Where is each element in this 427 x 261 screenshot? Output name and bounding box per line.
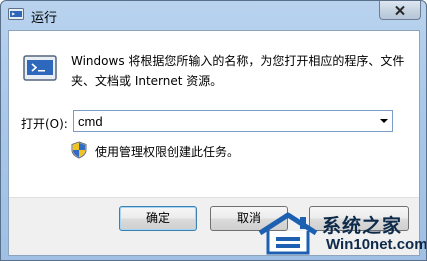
admin-note: 使用管理权限创建此任务。 — [95, 145, 240, 159]
run-icon — [8, 8, 24, 20]
chevron-down-icon[interactable] — [380, 119, 388, 123]
title-bar[interactable]: 运行 — [1, 1, 426, 29]
house-logo — [258, 212, 318, 255]
uac-shield-icon — [71, 141, 87, 159]
open-label: 打开(O): — [21, 117, 68, 131]
close-button[interactable] — [379, 1, 421, 20]
watermark-line1: 系统之家 — [322, 215, 403, 237]
ok-button[interactable]: 确定 — [119, 206, 197, 231]
run-icon — [23, 55, 57, 81]
close-icon — [395, 5, 405, 15]
window-title: 运行 — [31, 11, 58, 26]
watermark-line2: Win10net.com — [326, 236, 427, 253]
watermark: 系统之家 Win10net.com — [256, 209, 426, 257]
command-combobox[interactable]: cmd — [73, 110, 393, 132]
description-text: Windows 将根据您所输入的名称，为您打开相应的程序、文件夹、文档或 Int… — [71, 54, 405, 88]
run-dialog: 运行 Windows 将根据您所输入的名称，为您打开相应的程序、文件夹、文档或 … — [0, 0, 427, 261]
command-input[interactable]: cmd — [78, 114, 103, 129]
